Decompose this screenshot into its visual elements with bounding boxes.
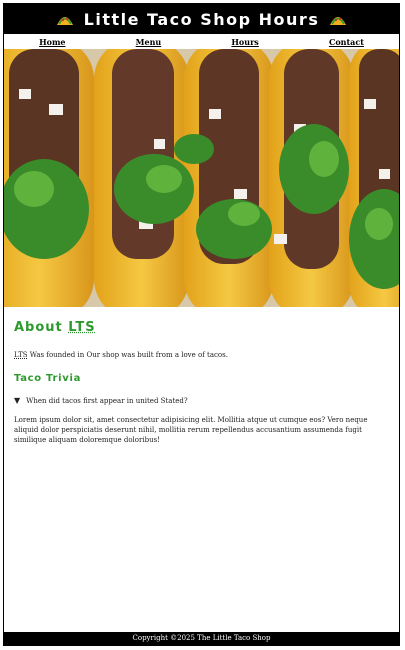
nav-contact-link[interactable]: Contact [329, 37, 364, 47]
site-footer: Copyright ©2025 The Little Taco Shop [4, 632, 399, 645]
nav-hours-link[interactable]: Hours [231, 37, 258, 47]
nav-menu-link[interactable]: Menu [136, 37, 162, 47]
trivia-question: When did tacos first appear in united St… [26, 396, 188, 405]
lts-abbreviation: LTS [68, 320, 96, 335]
lts-abbreviation: LTS [14, 351, 28, 359]
site-header: Little Taco Shop Hours [4, 4, 399, 34]
taco-icon [330, 17, 347, 25]
trivia-answer: Lorem ipsum dolor sit, amet consectetur … [14, 416, 368, 444]
trivia-disclosure-toggle[interactable]: ▼ When did tacos first appear in united … [14, 396, 392, 405]
site-title: Little Taco Shop Hours [83, 9, 320, 29]
disclosure-triangle-icon: ▼ [14, 396, 21, 405]
tacos-photo [4, 49, 399, 307]
nav-home-link[interactable]: Home [39, 37, 65, 47]
hero-taco-image [4, 49, 399, 307]
main-content: About LTS LTS Was founded in Our shop wa… [14, 310, 392, 445]
main-nav: Home Menu Hours Contact [4, 34, 399, 50]
page-frame: Little Taco Shop Hours Home Menu Hours C… [3, 3, 400, 646]
trivia-heading: Taco Trivia [14, 373, 82, 384]
taco-icon [56, 17, 73, 25]
about-text: LTS Was founded in Our shop was built fr… [14, 351, 228, 359]
about-heading: About LTS [14, 320, 96, 335]
